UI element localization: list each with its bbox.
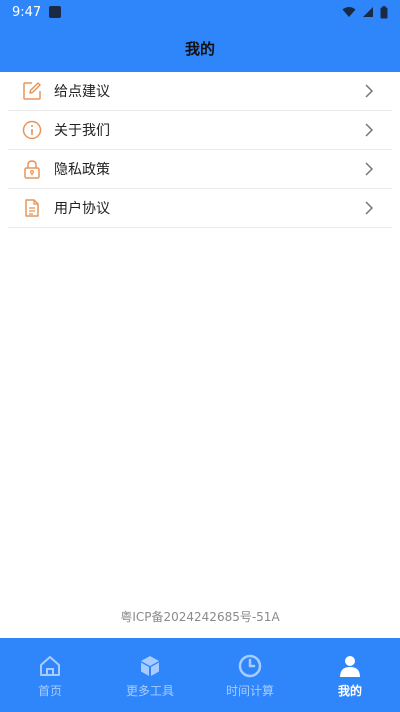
header-bar: 9:47 我的 — [0, 0, 400, 72]
chevron-right-icon — [365, 201, 374, 215]
page-title: 我的 — [184, 40, 215, 58]
tab-label: 首页 — [37, 684, 62, 698]
tab-more-tools[interactable]: 更多工具 — [100, 638, 200, 712]
chevron-right-icon — [365, 123, 374, 137]
menu-item-feedback[interactable]: 给点建议 — [8, 72, 392, 111]
wifi-icon — [342, 7, 356, 17]
menu-item-label: 关于我们 — [54, 123, 110, 139]
signal-icon — [363, 7, 373, 17]
status-bar: 9:47 — [0, 0, 400, 24]
document-icon — [25, 199, 39, 217]
tab-label: 我的 — [337, 684, 362, 698]
chevron-right-icon — [365, 84, 374, 98]
menu-item-agreement[interactable]: 用户协议 — [8, 189, 392, 228]
menu-item-label: 隐私政策 — [54, 162, 110, 178]
status-time: 9:47 — [12, 4, 42, 20]
icp-license-text: 粤ICP备2024242685号-51A — [120, 610, 280, 624]
tab-label: 更多工具 — [125, 684, 174, 698]
chevron-right-icon — [365, 162, 374, 176]
home-icon — [40, 656, 60, 676]
box-icon — [141, 656, 159, 676]
edit-icon — [23, 82, 41, 100]
settings-menu: 给点建议 关于我们 隐私政策 用户协议 — [0, 72, 400, 228]
tab-home[interactable]: 首页 — [0, 638, 100, 712]
menu-item-about[interactable]: 关于我们 — [8, 111, 392, 150]
lock-icon — [24, 160, 40, 179]
menu-item-label: 用户协议 — [54, 201, 110, 217]
battery-icon — [380, 5, 388, 18]
tab-label: 时间计算 — [225, 684, 274, 698]
tab-mine[interactable]: 我的 — [300, 638, 400, 712]
clock-icon — [238, 654, 262, 678]
info-icon — [22, 120, 42, 140]
bottom-tab-bar: 首页 更多工具 时间计算 我的 — [0, 638, 400, 712]
notification-icon — [49, 6, 62, 18]
tab-time-calc[interactable]: 时间计算 — [200, 638, 300, 712]
menu-item-label: 给点建议 — [54, 84, 110, 100]
menu-item-privacy[interactable]: 隐私政策 — [8, 150, 392, 189]
user-icon — [340, 656, 360, 677]
